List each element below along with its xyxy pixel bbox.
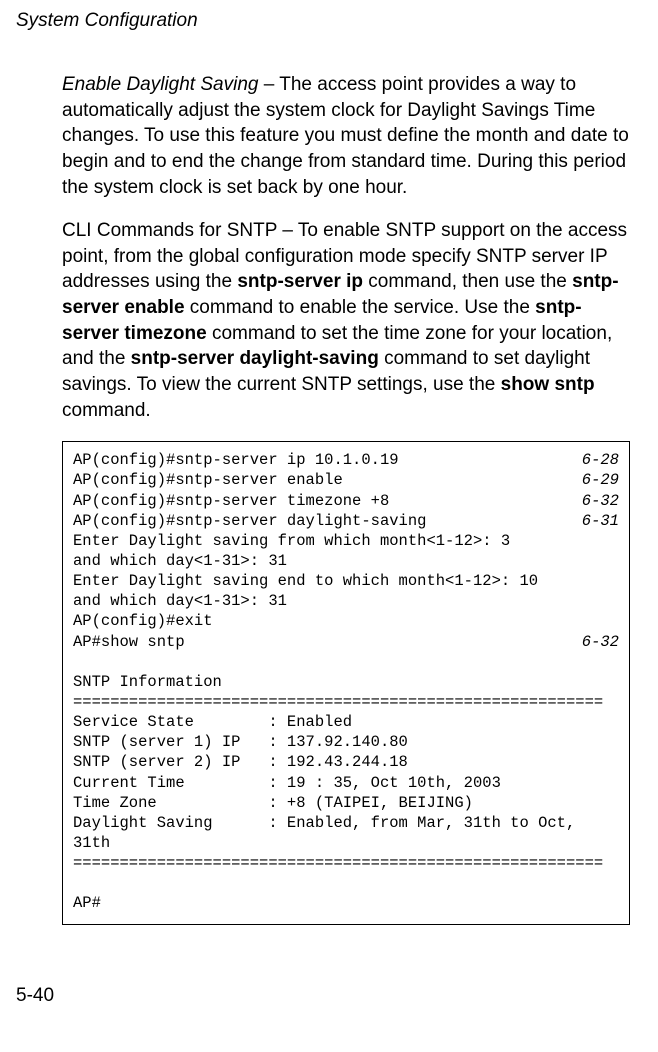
p2-b1: sntp-server ip xyxy=(237,271,363,292)
cli-row: AP(config)#sntp-server enable 6-29 xyxy=(73,470,619,490)
cli-line: Current Time : 19 : 35, Oct 10th, 2003 xyxy=(73,773,619,793)
p2-t2: command, then use the xyxy=(363,271,572,292)
cli-line: Daylight Saving : Enabled, from Mar, 31t… xyxy=(73,813,619,833)
content-area: Enable Daylight Saving – The access poin… xyxy=(62,72,630,925)
cli-line xyxy=(73,873,619,893)
cli-cmd: AP(config)#sntp-server enable xyxy=(73,470,343,490)
cli-line: 31th xyxy=(73,833,619,853)
cli-cmd: AP(config)#sntp-server daylight-saving xyxy=(73,511,426,531)
para1-lead: Enable Daylight Saving xyxy=(62,74,258,95)
cli-ref: 6-32 xyxy=(582,632,619,652)
cli-line: ========================================… xyxy=(73,692,619,712)
page: System Configuration Enable Daylight Sav… xyxy=(0,0,658,1027)
page-number: 5-40 xyxy=(16,985,638,1007)
cli-ref: 6-28 xyxy=(582,450,619,470)
p2-b5: show sntp xyxy=(501,374,595,395)
p2-b4: sntp-server daylight-saving xyxy=(131,348,379,369)
cli-row: AP(config)#sntp-server ip 10.1.0.19 6-28 xyxy=(73,450,619,470)
section-header: System Configuration xyxy=(16,10,638,32)
cli-line: ========================================… xyxy=(73,853,619,873)
paragraph-daylight-saving: Enable Daylight Saving – The access poin… xyxy=(62,72,630,200)
cli-line: and which day<1-31>: 31 xyxy=(73,591,619,611)
cli-row: AP(config)#sntp-server daylight-saving 6… xyxy=(73,511,619,531)
cli-line: Service State : Enabled xyxy=(73,712,619,732)
cli-line: Enter Daylight saving end to which month… xyxy=(73,571,619,591)
p2-t3: command to enable the service. Use the xyxy=(185,297,536,318)
paragraph-cli-commands: CLI Commands for SNTP – To enable SNTP s… xyxy=(62,218,630,423)
cli-line xyxy=(73,652,619,672)
p2-t6: command. xyxy=(62,400,151,421)
cli-ref: 6-29 xyxy=(582,470,619,490)
cli-row: AP#show sntp 6-32 xyxy=(73,632,619,652)
cli-cmd: AP#show sntp xyxy=(73,632,185,652)
cli-line: AP(config)#exit xyxy=(73,611,619,631)
cli-line: AP# xyxy=(73,893,619,913)
cli-output-box: AP(config)#sntp-server ip 10.1.0.19 6-28… xyxy=(62,441,630,924)
cli-line: Time Zone : +8 (TAIPEI, BEIJING) xyxy=(73,793,619,813)
cli-line: SNTP (server 1) IP : 137.92.140.80 xyxy=(73,732,619,752)
cli-line: Enter Daylight saving from which month<1… xyxy=(73,531,619,551)
cli-line: SNTP Information xyxy=(73,672,619,692)
cli-line: SNTP (server 2) IP : 192.43.244.18 xyxy=(73,752,619,772)
cli-ref: 6-31 xyxy=(582,511,619,531)
cli-row: AP(config)#sntp-server timezone +8 6-32 xyxy=(73,491,619,511)
cli-ref: 6-32 xyxy=(582,491,619,511)
cli-cmd: AP(config)#sntp-server timezone +8 xyxy=(73,491,389,511)
cli-cmd: AP(config)#sntp-server ip 10.1.0.19 xyxy=(73,450,399,470)
cli-line: and which day<1-31>: 31 xyxy=(73,551,619,571)
